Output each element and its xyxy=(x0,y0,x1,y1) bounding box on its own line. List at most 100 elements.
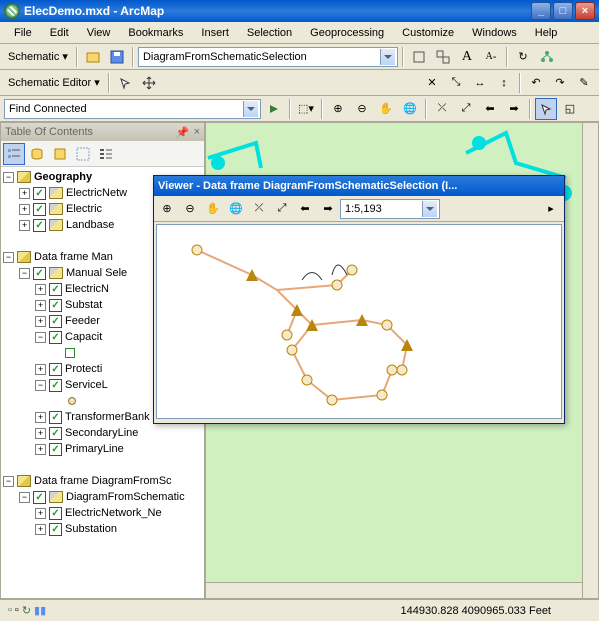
toc-pin-icon[interactable]: 📌 xyxy=(176,126,190,139)
expander-icon[interactable]: + xyxy=(35,284,46,295)
menu-view[interactable]: View xyxy=(79,25,119,41)
viewer-full-icon[interactable]: 🌐 xyxy=(225,198,247,220)
expander-icon[interactable]: + xyxy=(35,412,46,423)
editor-dropdown[interactable]: Schematic Editor ▾ xyxy=(4,74,104,91)
list-by-selection-icon[interactable] xyxy=(72,143,94,165)
menu-file[interactable]: File xyxy=(6,25,40,41)
tree-row[interactable]: −DiagramFromSchematic xyxy=(3,489,202,505)
viewer-out-icon[interactable]: ⤢ xyxy=(271,198,293,220)
open-diagram-icon[interactable] xyxy=(82,46,104,68)
text-a-icon[interactable]: A xyxy=(456,46,478,68)
layer-checkbox[interactable] xyxy=(49,443,62,456)
layer-checkbox[interactable] xyxy=(33,203,46,216)
prev-extent-icon[interactable]: ⬅ xyxy=(479,98,501,120)
menu-help[interactable]: Help xyxy=(527,25,566,41)
expander-icon[interactable]: − xyxy=(3,252,14,263)
list-by-drawing-icon[interactable] xyxy=(3,143,25,165)
layer-checkbox[interactable] xyxy=(33,219,46,232)
tool-icon[interactable] xyxy=(408,46,430,68)
schematic-dropdown[interactable]: Schematic ▾ xyxy=(4,48,72,65)
close-button[interactable]: × xyxy=(575,2,595,20)
minimize-button[interactable]: _ xyxy=(531,2,551,20)
layer-checkbox[interactable] xyxy=(33,267,46,280)
edit-icon-1[interactable]: ✕ xyxy=(421,72,443,94)
move-icon[interactable] xyxy=(138,72,160,94)
options-icon[interactable] xyxy=(95,143,117,165)
viewer-back-icon[interactable]: ⬅ xyxy=(294,198,316,220)
viewer-zoom-out-icon[interactable]: ⊖ xyxy=(179,198,201,220)
viewer-scale-combo[interactable]: 1:5,193 xyxy=(340,199,440,219)
tree-row[interactable]: +Substation xyxy=(3,521,202,537)
status-view-buttons[interactable]: ▫▫↻▮▮ xyxy=(8,604,46,617)
run-icon[interactable] xyxy=(263,98,285,120)
menu-windows[interactable]: Windows xyxy=(464,25,525,41)
viewer-canvas[interactable] xyxy=(156,224,562,419)
vertical-scrollbar[interactable] xyxy=(582,123,598,598)
expander-icon[interactable]: − xyxy=(3,172,14,183)
zoom-full-icon[interactable]: ⤢ xyxy=(455,98,477,120)
refresh-icon[interactable]: ↻ xyxy=(512,46,534,68)
viewer-zoom-in-icon[interactable]: ⊕ xyxy=(156,198,178,220)
viewer-titlebar[interactable]: Viewer - Data frame DiagramFromSchematic… xyxy=(154,176,564,196)
edit-icon-3[interactable]: ↔ xyxy=(469,72,491,94)
layer-checkbox[interactable] xyxy=(49,283,62,296)
menu-edit[interactable]: Edit xyxy=(42,25,77,41)
layer-checkbox[interactable] xyxy=(49,315,62,328)
layer-checkbox[interactable] xyxy=(49,427,62,440)
zoom-in-icon[interactable]: ⊕ xyxy=(327,98,349,120)
pan-icon[interactable]: ✋ xyxy=(375,98,397,120)
layer-checkbox[interactable] xyxy=(49,523,62,536)
editor-tool[interactable] xyxy=(114,72,136,94)
expander-icon[interactable]: + xyxy=(35,316,46,327)
maximize-button[interactable]: □ xyxy=(553,2,573,20)
tree-row[interactable]: +SecondaryLine xyxy=(3,425,202,441)
viewer-more-icon[interactable]: ▸ xyxy=(540,198,562,220)
layer-checkbox[interactable] xyxy=(49,379,62,392)
expander-icon[interactable]: + xyxy=(35,300,46,311)
toc-close-icon[interactable]: × xyxy=(194,126,200,139)
expander-icon[interactable]: + xyxy=(35,364,46,375)
tree-row[interactable]: −Data frame DiagramFromSc xyxy=(3,473,202,489)
expander-icon[interactable]: − xyxy=(19,492,30,503)
tree-row[interactable] xyxy=(3,457,202,473)
redo-icon[interactable]: ↷ xyxy=(549,72,571,94)
expander-icon[interactable]: − xyxy=(3,476,14,487)
expander-icon[interactable]: + xyxy=(35,444,46,455)
viewer-in-icon[interactable]: ⤫ xyxy=(248,198,270,220)
layer-checkbox[interactable] xyxy=(49,299,62,312)
expander-icon[interactable]: − xyxy=(35,380,46,391)
expander-icon[interactable]: + xyxy=(35,524,46,535)
expander-icon[interactable]: − xyxy=(35,332,46,343)
layer-checkbox[interactable] xyxy=(49,331,62,344)
text-a-small-icon[interactable]: A- xyxy=(480,46,502,68)
menu-bookmarks[interactable]: Bookmarks xyxy=(120,25,191,41)
layer-checkbox[interactable] xyxy=(49,507,62,520)
expander-icon[interactable]: − xyxy=(19,268,30,279)
edit-icon-4[interactable]: ↕ xyxy=(493,72,515,94)
layer-checkbox[interactable] xyxy=(49,363,62,376)
layer-checkbox[interactable] xyxy=(33,491,46,504)
list-by-visibility-icon[interactable] xyxy=(49,143,71,165)
save-diagram-icon[interactable] xyxy=(106,46,128,68)
expander-icon[interactable]: + xyxy=(19,188,30,199)
layout-dropdown[interactable]: ⬚▾ xyxy=(295,98,317,120)
menu-customize[interactable]: Customize xyxy=(394,25,462,41)
tree-icon[interactable] xyxy=(536,46,558,68)
edit-tool[interactable]: ✎ xyxy=(573,72,595,94)
edit-icon-2[interactable]: ⤡ xyxy=(445,72,467,94)
tree-row[interactable]: +ElectricNetwork_Ne xyxy=(3,505,202,521)
list-by-source-icon[interactable] xyxy=(26,143,48,165)
expander-icon[interactable]: + xyxy=(35,508,46,519)
next-extent-icon[interactable]: ➡ xyxy=(503,98,525,120)
diagram-combo[interactable]: DiagramFromSchematicSelection xyxy=(138,47,398,67)
layer-checkbox[interactable] xyxy=(49,411,62,424)
menu-selection[interactable]: Selection xyxy=(239,25,300,41)
zoom-to-sel-icon[interactable]: ⤫ xyxy=(431,98,453,120)
undo-icon[interactable]: ↶ xyxy=(525,72,547,94)
full-extent-icon[interactable]: 🌐 xyxy=(399,98,421,120)
horizontal-scrollbar[interactable] xyxy=(206,582,582,598)
tool-icon-2[interactable] xyxy=(432,46,454,68)
chevron-down-icon[interactable] xyxy=(380,49,395,65)
expander-icon[interactable]: + xyxy=(19,204,30,215)
expander-icon[interactable]: + xyxy=(35,428,46,439)
